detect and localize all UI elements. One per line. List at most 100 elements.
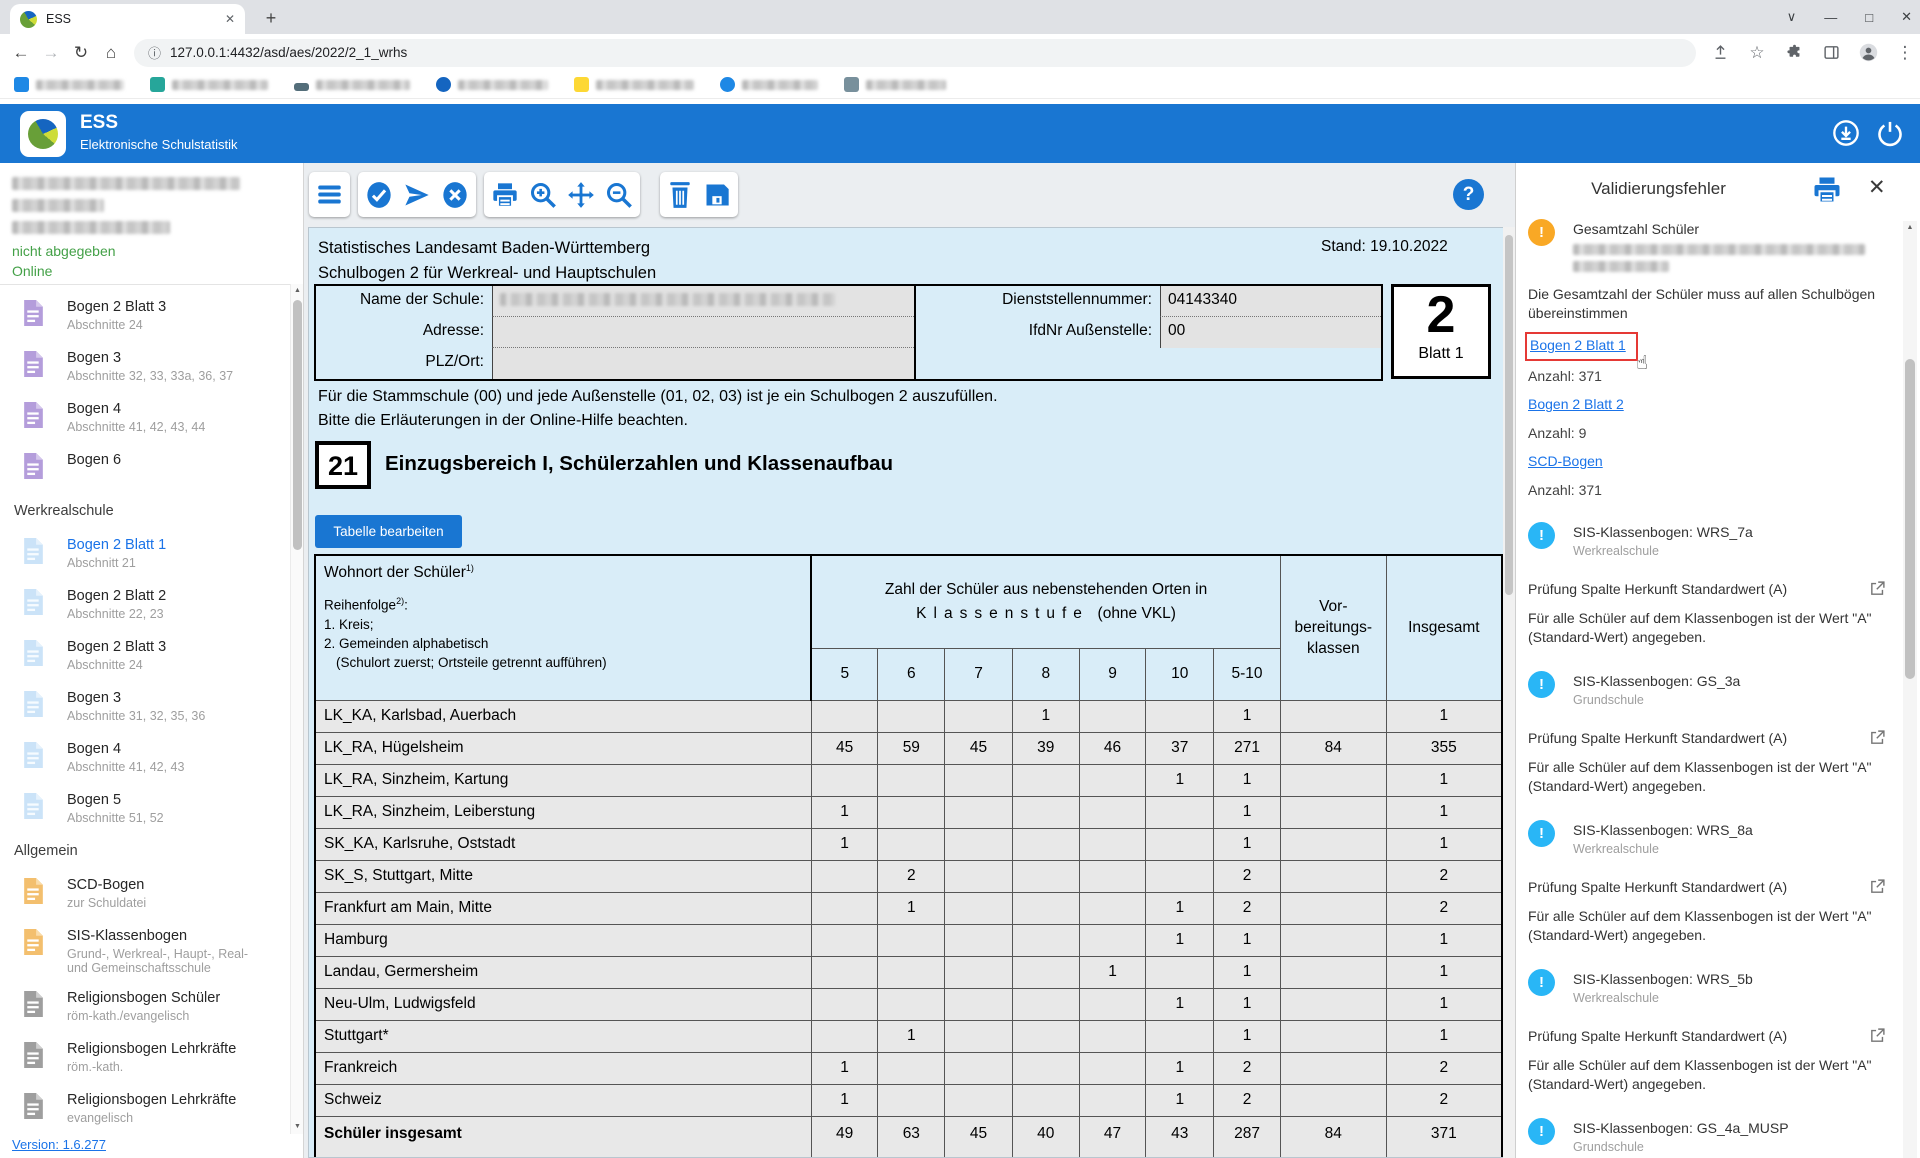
sidebar-item-bogen-3[interactable]: Bogen 3Abschnitte 32, 33, 33a, 36, 37 xyxy=(0,350,292,386)
sidebar-item-scd-bogen[interactable]: SCD-Bogenzur Schuldatei xyxy=(0,877,292,913)
row-value-cell[interactable] xyxy=(1079,828,1146,860)
sidebar-item-bogen-2-blatt-3[interactable]: Bogen 2 Blatt 3Abschnitte 24 xyxy=(0,639,292,675)
row-value-cell[interactable]: 37 xyxy=(1146,732,1214,764)
zoom-out-icon[interactable] xyxy=(605,181,633,209)
row-value-cell[interactable] xyxy=(811,956,878,988)
bookmark-item[interactable] xyxy=(436,77,548,92)
row-value-cell[interactable] xyxy=(1012,828,1079,860)
row-value-cell[interactable]: 2 xyxy=(1214,892,1281,924)
row-value-cell[interactable]: 1 xyxy=(1214,828,1281,860)
address-field[interactable] xyxy=(492,317,914,348)
open-external-icon[interactable] xyxy=(1869,580,1886,597)
row-value-cell[interactable]: 1 xyxy=(1386,988,1502,1020)
row-value-cell[interactable] xyxy=(1146,796,1214,828)
row-value-cell[interactable] xyxy=(945,956,1013,988)
cancel-x-icon[interactable] xyxy=(441,181,469,209)
row-value-cell[interactable]: 2 xyxy=(1214,1052,1281,1084)
row-value-cell[interactable]: 1 xyxy=(1012,700,1079,732)
row-value-cell[interactable]: 1 xyxy=(1214,796,1281,828)
school-name-field[interactable] xyxy=(492,286,914,317)
row-value-cell[interactable] xyxy=(811,860,878,892)
row-value-cell[interactable]: 2 xyxy=(1386,860,1502,892)
row-value-cell[interactable] xyxy=(1280,1084,1386,1116)
browser-menu-icon[interactable]: ⋮ xyxy=(1895,43,1915,63)
row-value-cell[interactable] xyxy=(1012,796,1079,828)
row-value-cell[interactable] xyxy=(1079,1052,1146,1084)
row-value-cell[interactable]: 2 xyxy=(1214,1084,1281,1116)
row-value-cell[interactable] xyxy=(878,956,945,988)
sidebar-item-sis-klassenbogen[interactable]: SIS-KlassenbogenGrund-, Werkreal-, Haupt… xyxy=(0,928,292,975)
panel-scrollbar[interactable]: ▲ xyxy=(1903,221,1917,1158)
sidebar-item-bogen-2-blatt-3[interactable]: Bogen 2 Blatt 3Abschnitte 24 xyxy=(0,299,292,335)
scrollbar-thumb[interactable] xyxy=(1505,235,1513,595)
row-value-cell[interactable] xyxy=(811,1020,878,1052)
row-value-cell[interactable] xyxy=(1079,1084,1146,1116)
row-value-cell[interactable] xyxy=(878,700,945,732)
ref-link[interactable]: Bogen 2 Blatt 2 xyxy=(1528,396,1624,412)
sidebar-item-bogen-4[interactable]: Bogen 4Abschnitte 41, 42, 43, 44 xyxy=(0,401,292,437)
sidebar-item-bogen-5[interactable]: Bogen 5Abschnitte 51, 52 xyxy=(0,792,292,828)
row-value-cell[interactable] xyxy=(945,1020,1013,1052)
row-value-cell[interactable] xyxy=(1079,892,1146,924)
row-value-cell[interactable]: 1 xyxy=(1386,828,1502,860)
row-value-cell[interactable] xyxy=(1146,700,1214,732)
scrollbar-thumb[interactable] xyxy=(293,300,302,550)
row-value-cell[interactable]: 2 xyxy=(1214,860,1281,892)
row-value-cell[interactable]: 1 xyxy=(1386,700,1502,732)
reload-icon[interactable]: ↻ xyxy=(66,43,96,63)
browser-tab[interactable]: ESS ✕ xyxy=(10,4,245,34)
row-value-cell[interactable] xyxy=(945,828,1013,860)
ref-link[interactable]: SCD-Bogen xyxy=(1528,453,1603,469)
sidebar-item-religionsbogen-lehrkr-fte[interactable]: Religionsbogen Lehrkräfteröm.-kath. xyxy=(0,1041,292,1077)
row-value-cell[interactable] xyxy=(878,924,945,956)
row-value-cell[interactable] xyxy=(878,764,945,796)
window-close-button[interactable]: ✕ xyxy=(1901,9,1912,25)
row-value-cell[interactable] xyxy=(1146,1020,1214,1052)
row-value-cell[interactable]: 271 xyxy=(1214,732,1281,764)
row-value-cell[interactable]: 1 xyxy=(811,1084,878,1116)
sidebar-item-bogen-6[interactable]: Bogen 6 xyxy=(0,452,292,488)
open-external-icon[interactable] xyxy=(1869,878,1886,895)
new-tab-button[interactable]: + xyxy=(258,6,284,32)
row-value-cell[interactable] xyxy=(878,828,945,860)
row-value-cell[interactable] xyxy=(1079,860,1146,892)
forward-icon[interactable]: → xyxy=(36,43,66,63)
bookmark-item[interactable] xyxy=(294,79,410,91)
row-value-cell[interactable] xyxy=(945,764,1013,796)
delete-trash-icon[interactable] xyxy=(667,181,693,209)
scrollbar-thumb[interactable] xyxy=(1905,359,1915,679)
tab-search-chevron-icon[interactable]: ∨ xyxy=(1787,9,1797,25)
row-value-cell[interactable] xyxy=(1280,956,1386,988)
version-link[interactable]: Version: 1.6.277 xyxy=(12,1137,106,1152)
row-value-cell[interactable] xyxy=(1079,796,1146,828)
row-value-cell[interactable] xyxy=(1012,860,1079,892)
row-value-cell[interactable] xyxy=(878,796,945,828)
row-value-cell[interactable]: 1 xyxy=(1146,1052,1214,1084)
sidebar-item-bogen-3[interactable]: Bogen 3Abschnitte 31, 32, 35, 36 xyxy=(0,690,292,726)
row-value-cell[interactable]: 2 xyxy=(1386,1052,1502,1084)
row-value-cell[interactable] xyxy=(1012,892,1079,924)
row-value-cell[interactable]: 1 xyxy=(811,828,878,860)
row-value-cell[interactable]: 84 xyxy=(1280,732,1386,764)
open-external-icon[interactable] xyxy=(1869,1027,1886,1044)
menu-button[interactable] xyxy=(309,172,350,217)
row-value-cell[interactable] xyxy=(1079,1020,1146,1052)
row-value-cell[interactable] xyxy=(811,700,878,732)
download-icon[interactable] xyxy=(1832,119,1860,147)
panel-close-icon[interactable]: ✕ xyxy=(1868,175,1886,200)
row-value-cell[interactable] xyxy=(1280,1020,1386,1052)
row-value-cell[interactable] xyxy=(1280,764,1386,796)
row-value-cell[interactable]: 59 xyxy=(878,732,945,764)
bookmark-item[interactable] xyxy=(720,77,818,92)
row-value-cell[interactable] xyxy=(1012,1084,1079,1116)
row-value-cell[interactable] xyxy=(1280,1052,1386,1084)
site-info-icon[interactable]: ⓘ xyxy=(148,43,161,62)
row-value-cell[interactable]: 1 xyxy=(1146,1084,1214,1116)
row-value-cell[interactable] xyxy=(1280,828,1386,860)
row-value-cell[interactable] xyxy=(1280,892,1386,924)
power-icon[interactable] xyxy=(1876,119,1904,147)
row-value-cell[interactable] xyxy=(1280,988,1386,1020)
open-external-icon[interactable] xyxy=(1869,729,1886,746)
sidebar-item-religionsbogen-sch-ler[interactable]: Religionsbogen Schülerröm-kath./evangeli… xyxy=(0,990,292,1026)
address-bar[interactable]: ⓘ 127.0.0.1:4432/asd/aes/2022/2_1_wrhs xyxy=(134,39,1696,67)
